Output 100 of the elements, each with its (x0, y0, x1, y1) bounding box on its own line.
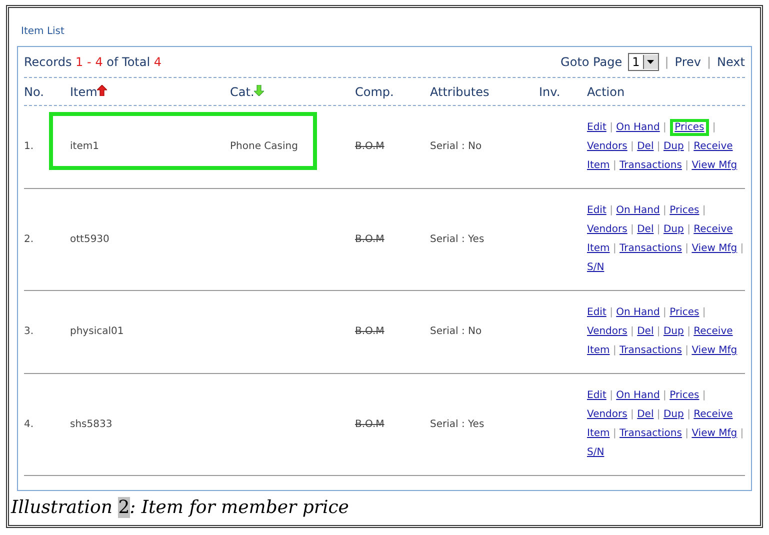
pager-link[interactable]: Next (717, 55, 745, 69)
item-name: shs5833 (70, 418, 112, 430)
separator: | (702, 205, 706, 216)
separator: | (612, 243, 616, 254)
separator: | (702, 390, 706, 401)
separator: | (712, 122, 716, 133)
separator: | (685, 345, 688, 356)
separator: | (630, 141, 634, 152)
separator: | (685, 243, 688, 254)
separator: | (685, 160, 688, 171)
action-link[interactable]: Prices (670, 205, 700, 216)
separator: | (687, 409, 690, 420)
column-header: Attributes (430, 84, 490, 98)
separator: | (685, 428, 688, 439)
separator: | (664, 55, 669, 69)
separator: | (612, 160, 616, 171)
action-link[interactable]: View Mfg (692, 428, 738, 439)
action-link[interactable]: Receive (694, 326, 733, 337)
action-link[interactable]: Item (587, 160, 610, 171)
action-link[interactable]: Transactions (620, 428, 682, 439)
action-link[interactable]: Prices (670, 390, 700, 401)
action-link[interactable]: Dup (663, 224, 684, 235)
separator: | (656, 409, 660, 420)
action-link[interactable]: S/N (587, 447, 604, 458)
action-link[interactable]: Transactions (620, 160, 682, 171)
attributes: Serial : Yes (430, 234, 484, 244)
action-link[interactable]: Dup (663, 409, 684, 420)
column-header: Inv. (539, 84, 560, 98)
separator: | (663, 205, 666, 216)
action-link[interactable]: Item (587, 345, 610, 356)
separator: | (656, 141, 660, 152)
column-header: Action (587, 84, 625, 98)
action-link[interactable]: On Hand (616, 307, 660, 318)
action-link[interactable]: Edit (587, 122, 606, 133)
row-number: 3. (24, 326, 34, 337)
action-link[interactable]: S/N (587, 262, 604, 273)
action-link[interactable]: Prices (670, 307, 700, 318)
item-name: physical01 (70, 326, 124, 337)
action-link[interactable]: Transactions (620, 243, 682, 254)
row-number: 2. (24, 234, 34, 244)
figure-caption: Illustration 2: Item for member price (11, 497, 349, 518)
action-link[interactable]: Dup (663, 141, 684, 152)
action-link[interactable]: View Mfg (692, 243, 738, 254)
separator: | (656, 224, 660, 235)
action-link[interactable]: Dup (663, 326, 684, 337)
separator: | (687, 224, 690, 235)
dropdown-icon (647, 60, 654, 64)
separator: | (687, 141, 690, 152)
action-link[interactable]: Del (637, 409, 654, 420)
item-name: ott5930 (70, 234, 110, 244)
row-number: 4. (24, 418, 34, 430)
separator: | (740, 428, 744, 439)
column-header[interactable]: Cat. (230, 84, 254, 98)
separator: | (663, 307, 666, 318)
separator: | (610, 390, 613, 401)
action-link[interactable]: Item (587, 428, 610, 439)
action-link[interactable]: View Mfg (692, 160, 738, 171)
sort-down-icon[interactable] (254, 84, 264, 96)
pager-link[interactable]: Prev (674, 55, 701, 69)
action-link[interactable]: Vendors (587, 326, 628, 337)
separator: | (656, 326, 660, 337)
attributes: Serial : No (430, 326, 482, 337)
action-link[interactable]: Item (587, 243, 610, 254)
action-link[interactable]: Receive (694, 409, 733, 420)
action-link[interactable]: On Hand (616, 122, 660, 133)
action-link[interactable]: Prices (670, 119, 710, 136)
attributes: Serial : No (430, 141, 482, 152)
section-title: Item List (21, 26, 64, 37)
separator: | (612, 428, 616, 439)
action-link[interactable]: Transactions (620, 345, 682, 356)
action-link[interactable]: Del (637, 326, 654, 337)
separator: | (610, 307, 613, 318)
separator: | (663, 122, 666, 133)
separator: | (630, 409, 634, 420)
attributes: Serial : Yes (430, 418, 484, 430)
sort-up-icon[interactable] (97, 84, 108, 96)
action-link[interactable]: On Hand (616, 390, 660, 401)
action-link[interactable]: On Hand (616, 205, 660, 216)
separator: | (687, 326, 690, 337)
action-link[interactable]: Del (637, 224, 654, 235)
separator: | (612, 345, 616, 356)
page-select[interactable]: 1 (628, 53, 659, 71)
action-link[interactable]: Receive (694, 141, 733, 152)
action-link[interactable]: Edit (587, 307, 606, 318)
action-link[interactable]: Vendors (587, 141, 628, 152)
separator: | (610, 122, 613, 133)
separator: | (740, 243, 744, 254)
action-link[interactable]: View Mfg (692, 345, 738, 356)
goto-page-label: Goto Page (560, 55, 622, 69)
action-link[interactable]: Vendors (587, 409, 628, 420)
action-link[interactable]: Edit (587, 205, 606, 216)
action-link[interactable]: Edit (587, 390, 606, 401)
column-header[interactable]: Item (70, 84, 98, 98)
separator: | (630, 224, 634, 235)
category: Phone Casing (230, 141, 298, 152)
column-header: Comp. (355, 84, 394, 98)
action-link[interactable]: Vendors (587, 224, 628, 235)
action-link[interactable]: Del (637, 141, 654, 152)
item-name: item1 (70, 141, 99, 152)
action-link[interactable]: Receive (694, 224, 733, 235)
